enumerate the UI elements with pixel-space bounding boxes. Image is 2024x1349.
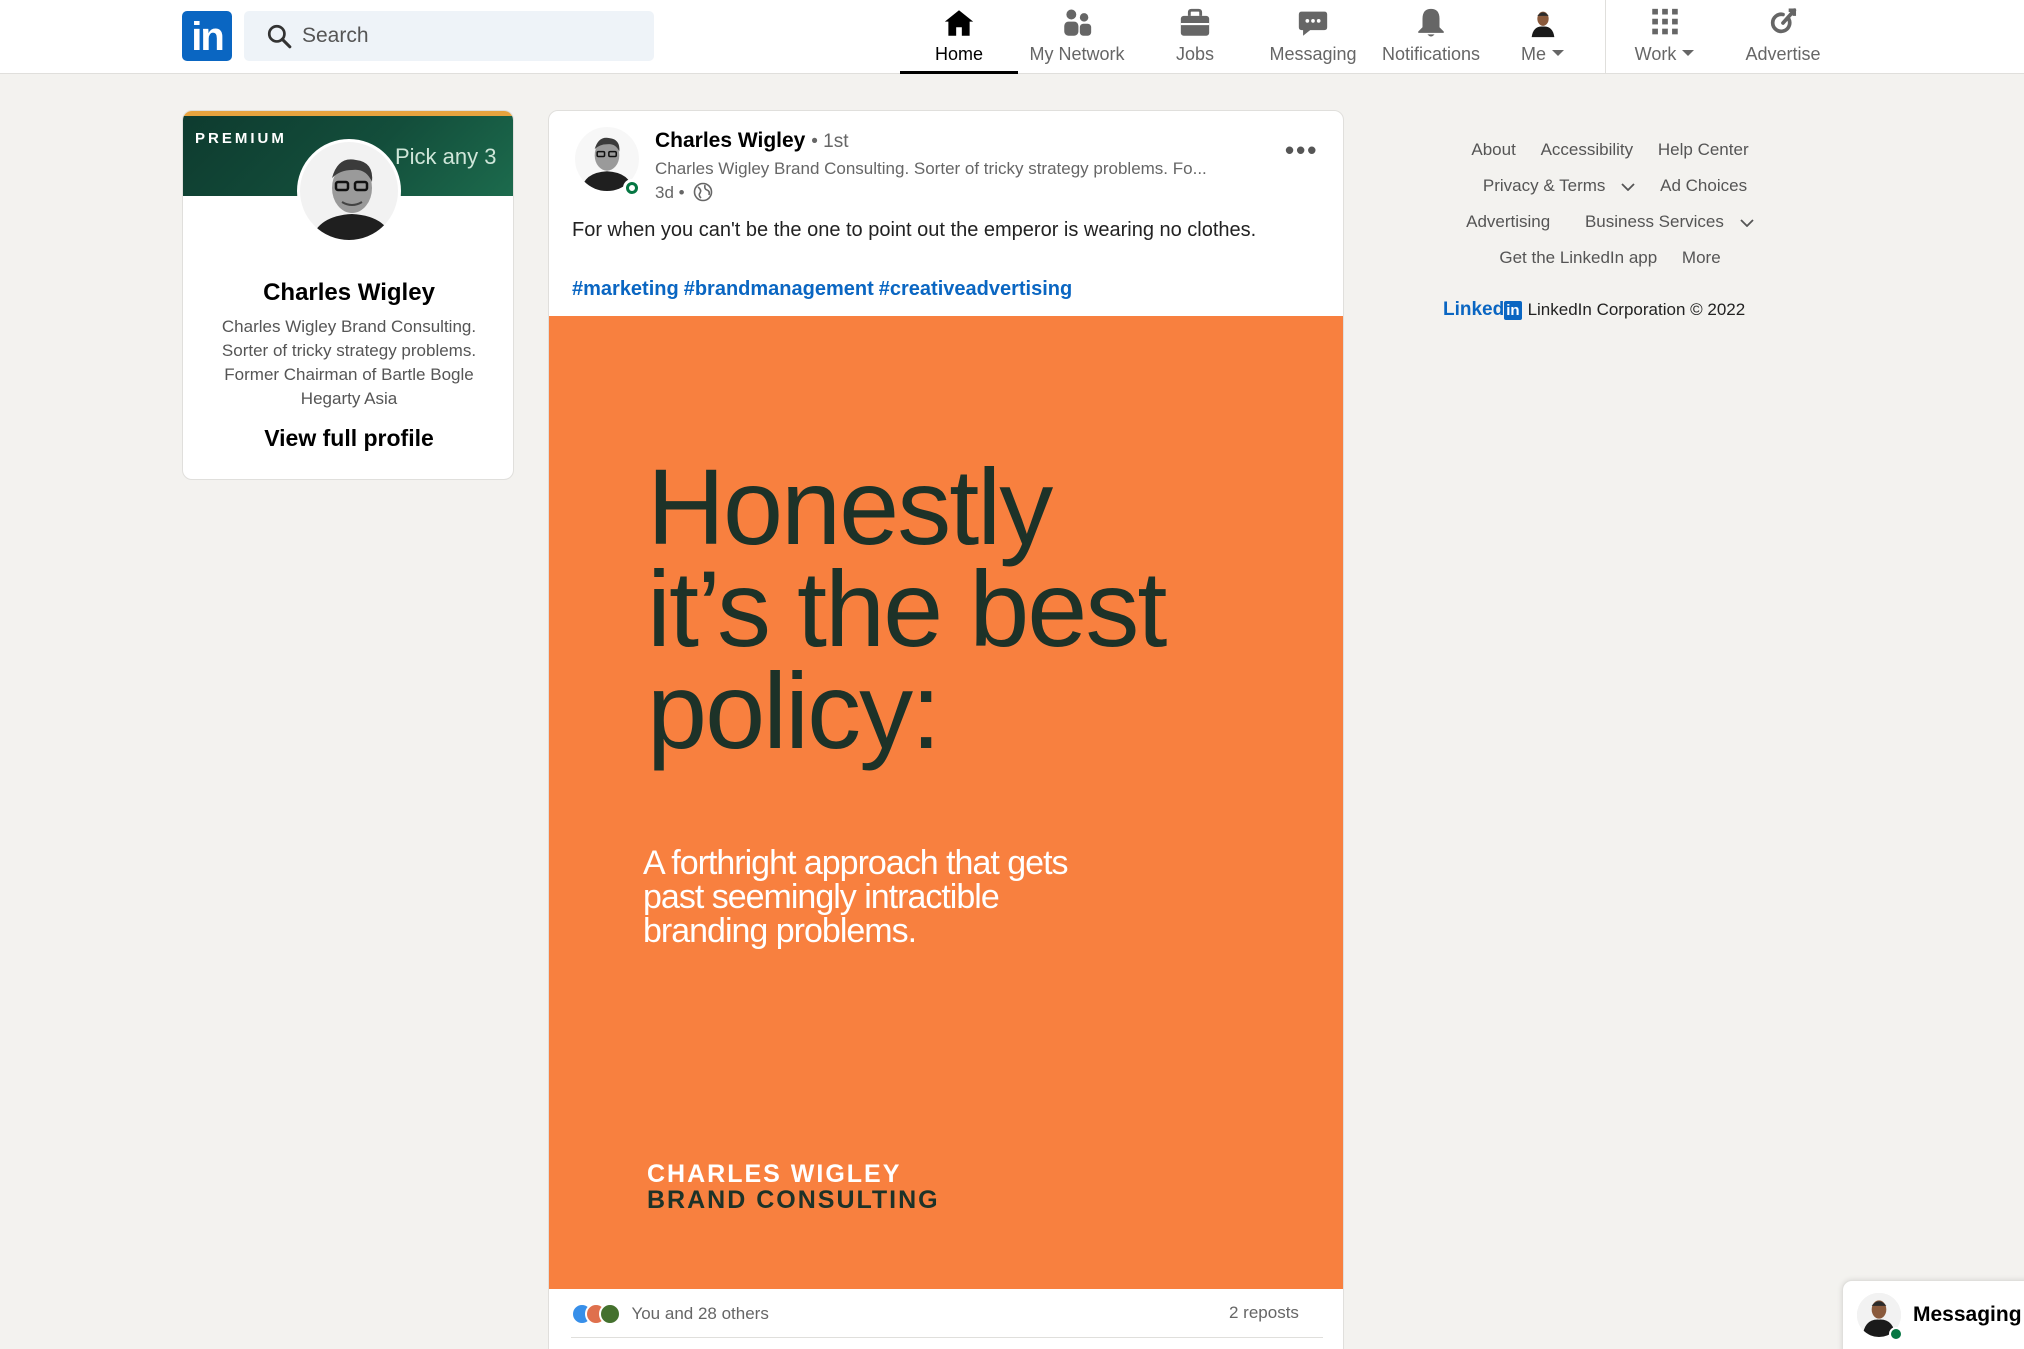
hashtag-link[interactable]: #creativeadvertising <box>879 278 1072 300</box>
banner-text: Pick any 3 <box>395 144 497 169</box>
hashtag-link[interactable]: #marketing <box>572 278 679 300</box>
messaging-overlay[interactable]: Messaging <box>1842 1280 2024 1349</box>
post-author-name[interactable]: Charles Wigley <box>655 129 805 152</box>
footer-link-business-services[interactable]: Business Services <box>1575 212 1754 231</box>
avatar-icon <box>1526 6 1560 40</box>
linkedin-wordmark: Linked <box>1443 299 1505 320</box>
nav-advertise[interactable]: Advertise <box>1724 6 1842 74</box>
footer-link-accessibility[interactable]: Accessibility <box>1541 140 1634 159</box>
copyright-text: LinkedIn Corporation © 2022 <box>1527 300 1746 319</box>
footer-link-get-app[interactable]: Get the LinkedIn app <box>1499 248 1657 267</box>
connection-degree: • 1st <box>811 131 849 152</box>
footer-link-ad-choices[interactable]: Ad Choices <box>1660 176 1747 195</box>
profile-name[interactable]: Charles Wigley <box>183 279 513 307</box>
post-divider <box>571 1337 1323 1338</box>
messaging-label: Messaging <box>1913 1303 2022 1326</box>
premium-badge: PREMIUM <box>195 130 287 147</box>
profile-avatar[interactable] <box>297 139 401 243</box>
top-nav: in Home My Network Jobs Messaging Notifi… <box>0 0 2024 74</box>
search-box[interactable] <box>244 11 654 61</box>
image-brand-mark: CHARLES WIGLEY BRAND CONSULTING <box>647 1160 940 1214</box>
footer-links: About Accessibility Help Center Privacy … <box>1420 136 1800 280</box>
advertise-icon <box>1770 8 1797 34</box>
briefcase-icon <box>1180 8 1210 36</box>
footer-link-more[interactable]: More <box>1682 248 1721 267</box>
nav-jobs-label: Jobs <box>1175 44 1215 64</box>
nav-notifications-label: Notifications <box>1381 44 1481 64</box>
post-text: For when you can't be the one to point o… <box>572 219 1257 241</box>
footer-link-privacy-terms[interactable]: Privacy & Terms <box>1473 176 1636 195</box>
online-status-icon <box>623 179 641 197</box>
nav-messaging[interactable]: Messaging <box>1254 6 1372 74</box>
nav-my-network[interactable]: My Network <box>1018 6 1136 74</box>
post-hashtags: #marketing #brandmanagement #creativeadver… <box>572 278 1077 301</box>
chevron-down-icon <box>1621 183 1636 191</box>
image-subtext: A forthright approach that gets past see… <box>643 844 1069 950</box>
nav-my-network-label: My Network <box>1029 44 1125 64</box>
search-icon <box>267 24 292 49</box>
footer-link-help-center[interactable]: Help Center <box>1658 140 1749 159</box>
profile-card: PREMIUM Pick any 3 Charles Wigley Charle… <box>182 110 514 480</box>
nav-work[interactable]: Work <box>1606 6 1724 74</box>
message-icon <box>1298 11 1328 36</box>
network-icon <box>1064 9 1092 36</box>
linkedin-logo[interactable]: in <box>182 11 232 61</box>
nav-notifications[interactable]: Notifications <box>1372 6 1490 74</box>
online-status-icon <box>1889 1327 1903 1341</box>
post-author-headline: Charles Wigley Brand Consulting. Sorter … <box>655 159 1207 178</box>
chevron-down-icon <box>1740 219 1754 227</box>
nav-home-label: Home <box>934 44 983 64</box>
image-headline: Honestly it’s the best policy: <box>647 446 1167 771</box>
footer-link-advertising[interactable]: Advertising <box>1466 212 1550 231</box>
support-reaction-icon <box>599 1303 621 1325</box>
bell-icon <box>1418 8 1444 37</box>
nav-work-label: Work <box>1634 44 1677 64</box>
reposts-count[interactable]: 2 reposts <box>1229 1303 1299 1323</box>
reactions-count: You and 28 others <box>631 1304 769 1323</box>
nav-advertise-label: Advertise <box>1745 44 1821 64</box>
chevron-down-icon <box>1552 50 1565 56</box>
profile-headline: Charles Wigley Brand Consulting. Sorter … <box>221 317 477 408</box>
nav-me-label: Me <box>1520 44 1546 64</box>
globe-icon <box>694 182 713 202</box>
chevron-down-icon <box>1682 50 1695 56</box>
linkedin-logo-box: in <box>1504 301 1522 320</box>
feed-post: Charles Wigley • 1st Charles Wigley Bran… <box>548 110 1344 1349</box>
post-image[interactable]: Honestly it’s the best policy: A forthri… <box>549 316 1343 1289</box>
nav-home[interactable]: Home <box>900 6 1018 74</box>
footer-link-about[interactable]: About <box>1471 140 1515 159</box>
view-profile-link[interactable]: View full profile <box>183 425 513 452</box>
hashtag-link[interactable]: #brandmanagement <box>684 278 874 300</box>
nav-me[interactable]: Me <box>1490 6 1596 74</box>
nav-jobs[interactable]: Jobs <box>1136 6 1254 74</box>
footer-copyright: Linked in LinkedIn Corporation © 2022 <box>1443 299 1745 321</box>
home-icon <box>944 10 974 36</box>
reactions-summary[interactable]: You and 28 others <box>571 1303 769 1329</box>
nav-messaging-label: Messaging <box>1269 44 1357 64</box>
post-age: 3d • <box>655 183 685 202</box>
more-options-icon[interactable]: ••• <box>1285 135 1318 166</box>
portrait-image <box>300 142 398 240</box>
grid-icon <box>1652 8 1678 35</box>
search-input[interactable] <box>302 11 642 61</box>
